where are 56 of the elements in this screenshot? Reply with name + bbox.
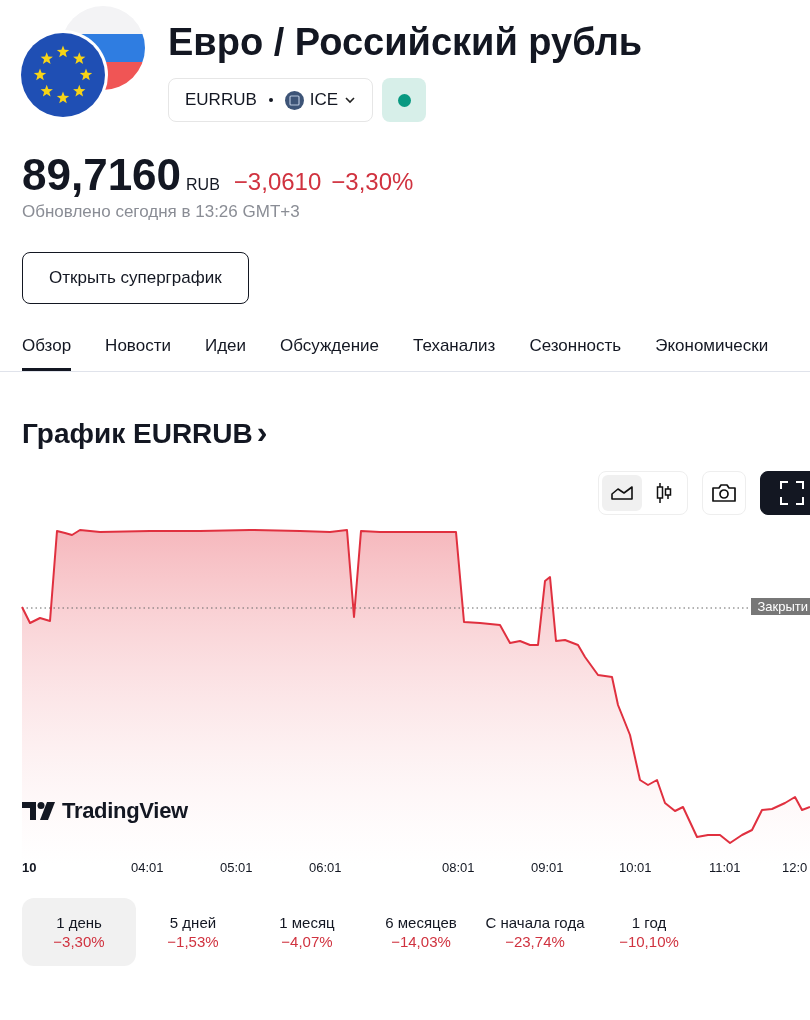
superchart-button[interactable]: Открыть суперграфик (22, 252, 249, 304)
period-button[interactable]: 6 месяцев −14,03% (364, 898, 478, 966)
axis-label: 10:01 (619, 860, 652, 875)
period-label: 1 день (56, 914, 102, 931)
axis-label: 05:01 (220, 860, 253, 875)
tab[interactable]: Теханализ (413, 326, 496, 371)
period-change: −1,53% (167, 933, 219, 950)
chevron-down-icon (344, 96, 357, 104)
area-chart-icon (610, 485, 634, 501)
fullscreen-icon (779, 480, 805, 506)
period-button[interactable]: 5 дней −1,53% (136, 898, 250, 966)
period-label: 1 месяц (279, 914, 335, 931)
close-price-label: Закрыти (751, 598, 810, 615)
currency-label: RUB (186, 176, 220, 194)
symbol-dropdown[interactable]: EURRUB ICE (168, 78, 374, 122)
period-label: 6 месяцев (385, 914, 457, 931)
currency-flags-icon (20, 6, 146, 118)
axis-label: 08:01 (442, 860, 475, 875)
period-button[interactable]: 1 день −3,30% (22, 898, 136, 966)
update-time: Обновлено сегодня в 13:26 GMT+3 (21, 201, 301, 222)
axis-label: 11:01 (709, 860, 741, 875)
candlestick-icon (655, 482, 673, 504)
chart-heading-link[interactable]: График EURRUB› (22, 414, 268, 451)
camera-button[interactable] (702, 471, 746, 515)
axis-label: 10 (22, 860, 37, 875)
tab[interactable]: Новости (105, 326, 171, 371)
tab[interactable]: Обсуждение (280, 326, 380, 371)
price: 89,7160 (22, 150, 182, 200)
period-label: 1 год (631, 914, 667, 931)
period-change: −23,74% (505, 933, 565, 950)
tab[interactable]: Сезонность (529, 326, 622, 371)
tab[interactable]: Обзор (22, 326, 72, 371)
exchange-icon (284, 90, 304, 110)
page-title: Евро / Российский рубль (168, 20, 643, 64)
camera-icon (711, 483, 737, 503)
period-change: −14,03% (391, 933, 451, 950)
period-button[interactable]: 1 месяц −4,07% (250, 898, 364, 966)
period-label: С начала года (485, 914, 585, 931)
brand-name: TradingView (62, 798, 188, 824)
period-change: −4,07% (281, 933, 333, 950)
tab[interactable]: Экономически (655, 326, 769, 371)
axis-label: 12:0 (782, 860, 808, 875)
period-change: −10,10% (619, 933, 679, 950)
axis-label: 06:01 (309, 860, 342, 875)
period-label: 5 дней (169, 914, 217, 931)
price-change: −3,0610 (233, 168, 322, 196)
axis-label: 04:01 (131, 860, 164, 875)
price-change-percent: −3,30% (331, 168, 414, 196)
tradingview-logo-icon (22, 802, 56, 820)
period-change: −3,30% (53, 933, 105, 950)
period-button[interactable]: С начала года −23,74% (478, 898, 592, 966)
area-chart-button[interactable] (602, 475, 642, 511)
tab[interactable]: Идеи (204, 326, 246, 371)
period-button[interactable]: 1 год −10,10% (592, 898, 706, 966)
axis-label: 09:01 (531, 860, 564, 875)
fullscreen-button[interactable] (760, 471, 810, 515)
